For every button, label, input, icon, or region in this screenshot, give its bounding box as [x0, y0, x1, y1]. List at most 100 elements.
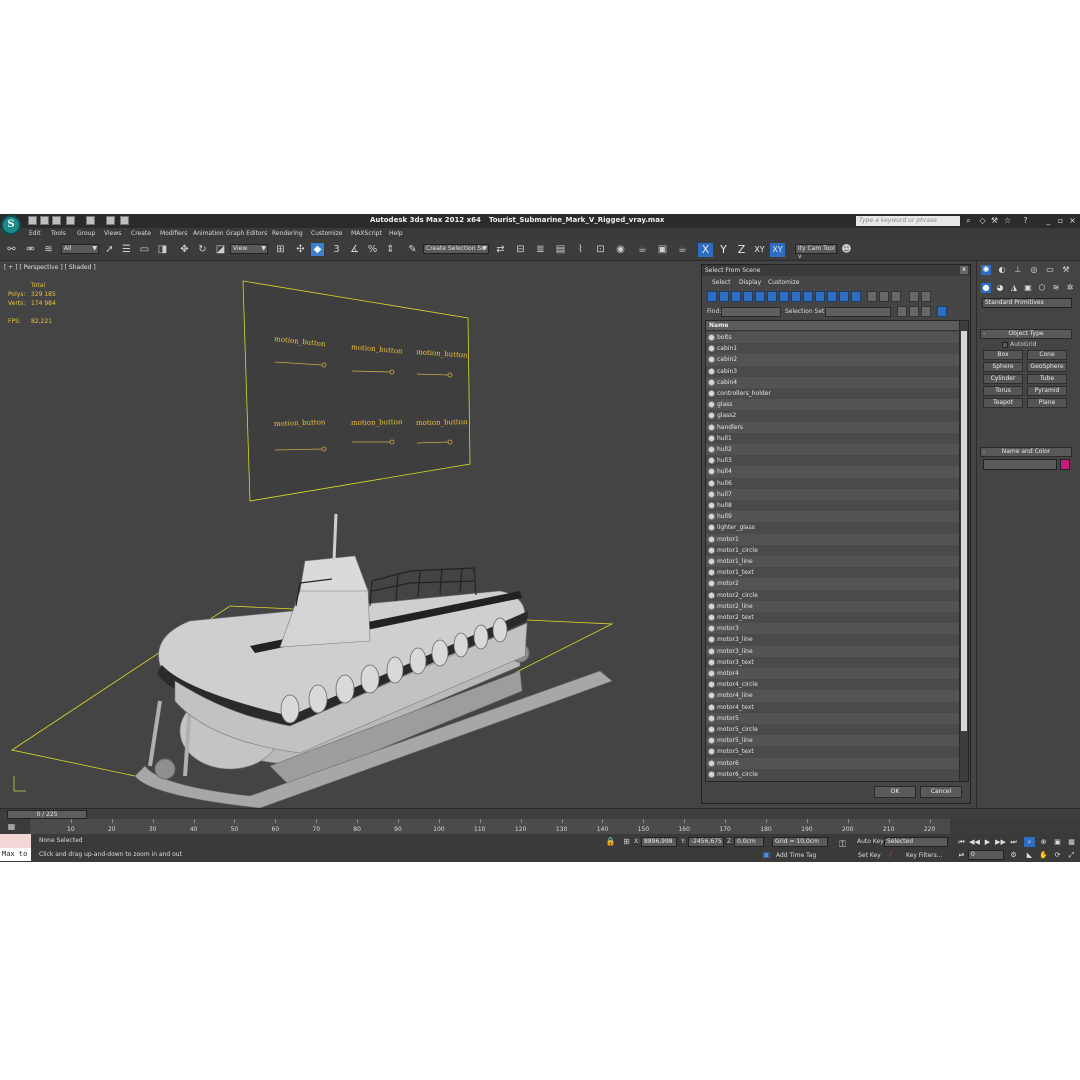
- list-item[interactable]: cabin4: [706, 376, 960, 388]
- redo-icon[interactable]: [86, 216, 95, 225]
- list-item[interactable]: motor6_circle: [706, 768, 960, 780]
- list-item[interactable]: motor5: [706, 712, 960, 724]
- torus-button[interactable]: Torus: [983, 386, 1023, 396]
- y-coord-field[interactable]: -2456,675: [688, 837, 724, 847]
- play-icon[interactable]: ▶: [982, 837, 993, 847]
- list-item[interactable]: hull6: [706, 477, 960, 489]
- submarine-model[interactable]: [134, 513, 613, 808]
- list-item[interactable]: cabin2: [706, 354, 960, 366]
- favorites-star-icon[interactable]: ☆: [1003, 216, 1012, 225]
- link-icon[interactable]: ⚯: [5, 243, 18, 256]
- menu-animation[interactable]: Animation: [193, 230, 224, 237]
- column-header-name[interactable]: Name: [706, 321, 960, 331]
- display-none-icon[interactable]: [867, 291, 877, 302]
- display-bones-icon[interactable]: [803, 291, 813, 302]
- list-item[interactable]: motor1: [706, 533, 960, 545]
- current-frame-field[interactable]: 0: [968, 850, 1004, 860]
- list-item[interactable]: motor6: [706, 757, 960, 769]
- binoculars-icon[interactable]: ⌕: [964, 216, 973, 225]
- menu-rendering[interactable]: Rendering: [272, 230, 303, 237]
- pan-view-icon[interactable]: ✋: [1038, 850, 1049, 860]
- cancel-button[interactable]: Cancel: [920, 786, 962, 798]
- rendered-frame-window-icon[interactable]: ▣: [656, 243, 669, 256]
- list-item[interactable]: motor2_text: [706, 612, 960, 624]
- list-item[interactable]: cabin3: [706, 365, 960, 377]
- utilities-tab-icon[interactable]: ⚒: [1061, 265, 1071, 275]
- list-item[interactable]: motor4_text: [706, 701, 960, 713]
- display-containers-icon[interactable]: [815, 291, 825, 302]
- list-item[interactable]: motor4_circle: [706, 679, 960, 691]
- display-geometry-icon[interactable]: [707, 291, 717, 302]
- help-icon[interactable]: ?: [1021, 216, 1030, 225]
- set-key-button[interactable]: Set Key: [858, 852, 881, 859]
- auto-key-button[interactable]: Auto Key: [857, 838, 884, 845]
- time-slider[interactable]: 0 / 225: [0, 808, 1080, 819]
- menu-tools[interactable]: Tools: [51, 230, 66, 237]
- menu-views[interactable]: Views: [104, 230, 121, 237]
- list-item[interactable]: motor3_line: [706, 645, 960, 657]
- save-file-icon[interactable]: [52, 216, 61, 225]
- list-item[interactable]: motor2: [706, 578, 960, 590]
- new-file-icon[interactable]: [28, 216, 37, 225]
- geosphere-button[interactable]: GeoSphere: [1027, 362, 1067, 372]
- time-tag-icon[interactable]: ▣: [760, 848, 773, 861]
- list-scrollbar-thumb[interactable]: [961, 331, 967, 731]
- select-none-icon[interactable]: [909, 306, 919, 317]
- helpers-category-icon[interactable]: ⬡: [1037, 283, 1047, 293]
- mirror-icon[interactable]: ⇄: [494, 243, 507, 256]
- edit-named-selection-icon[interactable]: ✎: [406, 243, 419, 256]
- bind-space-warp-icon[interactable]: ≋: [42, 243, 55, 256]
- x-coord-field[interactable]: 8896,998: [641, 837, 677, 847]
- key-filters-button[interactable]: Key Filters...: [906, 852, 943, 859]
- key-icon[interactable]: ⚿: [836, 839, 849, 852]
- lights-category-icon[interactable]: ◮: [1009, 283, 1019, 293]
- viewport-label[interactable]: [ + ] [ Perspective ] [ Shaded ]: [4, 264, 96, 271]
- list-item[interactable]: motor1_circle: [706, 544, 960, 556]
- maximize-viewport-icon[interactable]: ⤢: [1066, 850, 1077, 860]
- key-filter-icon[interactable]: ⁄: [884, 848, 897, 861]
- align-icon[interactable]: ⊟: [514, 243, 527, 256]
- display-invert-icon[interactable]: [879, 291, 889, 302]
- list-item[interactable]: glass2: [706, 410, 960, 422]
- display-all-icon[interactable]: [851, 291, 861, 302]
- hold-icon[interactable]: [106, 216, 115, 225]
- list-item[interactable]: glass: [706, 399, 960, 411]
- select-dependents-icon[interactable]: [937, 306, 947, 317]
- menu-help[interactable]: Help: [389, 230, 403, 237]
- list-item[interactable]: controllers_holder: [706, 388, 960, 400]
- custom-tool-field[interactable]: ity Cam Tool v: [795, 244, 837, 260]
- menu-edit[interactable]: Edit: [29, 230, 41, 237]
- render-setup-icon[interactable]: ☕: [636, 243, 649, 256]
- list-item[interactable]: motor5_text: [706, 746, 960, 758]
- go-to-end-icon[interactable]: ⏭: [1008, 837, 1019, 847]
- app-logo-icon[interactable]: S: [1, 215, 21, 235]
- object-list[interactable]: Name bolts cabin1 cabin2 cabin3 cabin4 contro…: [705, 320, 969, 782]
- list-item[interactable]: hull9: [706, 511, 960, 523]
- time-configuration-icon[interactable]: ⚙: [1008, 850, 1019, 860]
- list-item[interactable]: hull4: [706, 466, 960, 478]
- cameras-category-icon[interactable]: ▣: [1023, 283, 1033, 293]
- select-manipulate-icon[interactable]: ✣: [294, 243, 307, 256]
- percent-snap-icon[interactable]: %: [366, 243, 379, 256]
- list-item[interactable]: motor4_line: [706, 690, 960, 702]
- list-item[interactable]: hull2: [706, 444, 960, 456]
- maxscript-listener-input[interactable]: Max to: [0, 848, 31, 861]
- object-color-swatch[interactable]: [1060, 459, 1070, 470]
- tube-button[interactable]: Tube: [1027, 374, 1067, 384]
- list-item[interactable]: motor2_line: [706, 600, 960, 612]
- select-move-icon[interactable]: ✥: [178, 243, 191, 256]
- window-crossing-icon[interactable]: ◨: [156, 243, 169, 256]
- list-item[interactable]: handlers: [706, 421, 960, 433]
- zoom-extents-all-icon[interactable]: ▦: [1066, 837, 1077, 847]
- modify-tab-icon[interactable]: ◐: [997, 265, 1007, 275]
- list-item[interactable]: bolts: [706, 332, 960, 344]
- dialog-menu-customize[interactable]: Customize: [768, 279, 800, 286]
- render-production-icon[interactable]: ☕: [676, 243, 689, 256]
- minimize-icon[interactable]: _: [1044, 216, 1053, 225]
- close-icon[interactable]: ×: [1068, 216, 1077, 225]
- open-file-icon[interactable]: [40, 216, 49, 225]
- layer-manager-icon[interactable]: ≣: [534, 243, 547, 256]
- fetch-icon[interactable]: [120, 216, 129, 225]
- mini-curve-editor-icon[interactable]: ▦: [5, 820, 18, 833]
- next-frame-icon[interactable]: ▶▶: [995, 837, 1006, 847]
